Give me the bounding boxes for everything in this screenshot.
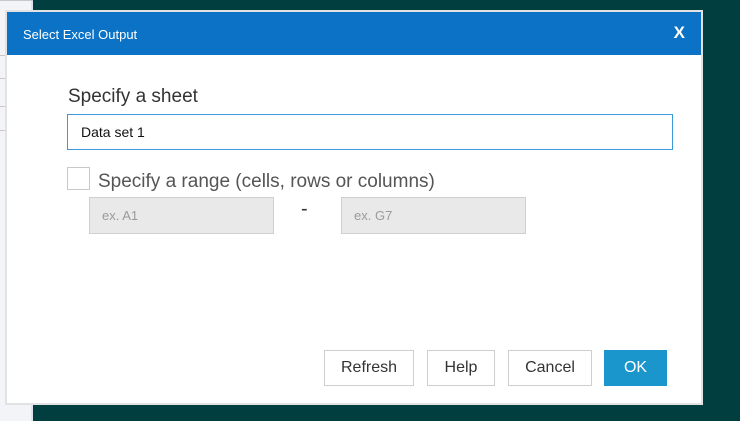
range-separator: - [301, 198, 308, 220]
help-button[interactable]: Help [427, 350, 495, 386]
range-checkbox[interactable] [67, 167, 90, 190]
close-icon[interactable]: X [674, 23, 685, 43]
sheet-input[interactable] [67, 114, 673, 150]
range-from-input[interactable] [89, 197, 274, 234]
dialog-titlebar[interactable]: Select Excel Output X [7, 12, 701, 55]
dialog-title: Select Excel Output [23, 27, 138, 42]
cancel-button[interactable]: Cancel [508, 350, 592, 386]
sheet-label: Specify a sheet [68, 86, 198, 107]
refresh-button[interactable]: Refresh [324, 350, 414, 386]
range-to-input[interactable] [341, 197, 526, 234]
range-label: Specify a range (cells, rows or columns) [98, 171, 435, 192]
select-excel-output-dialog: Select Excel Output X Specify a sheet Sp… [5, 10, 703, 405]
ok-button[interactable]: OK [604, 350, 667, 386]
